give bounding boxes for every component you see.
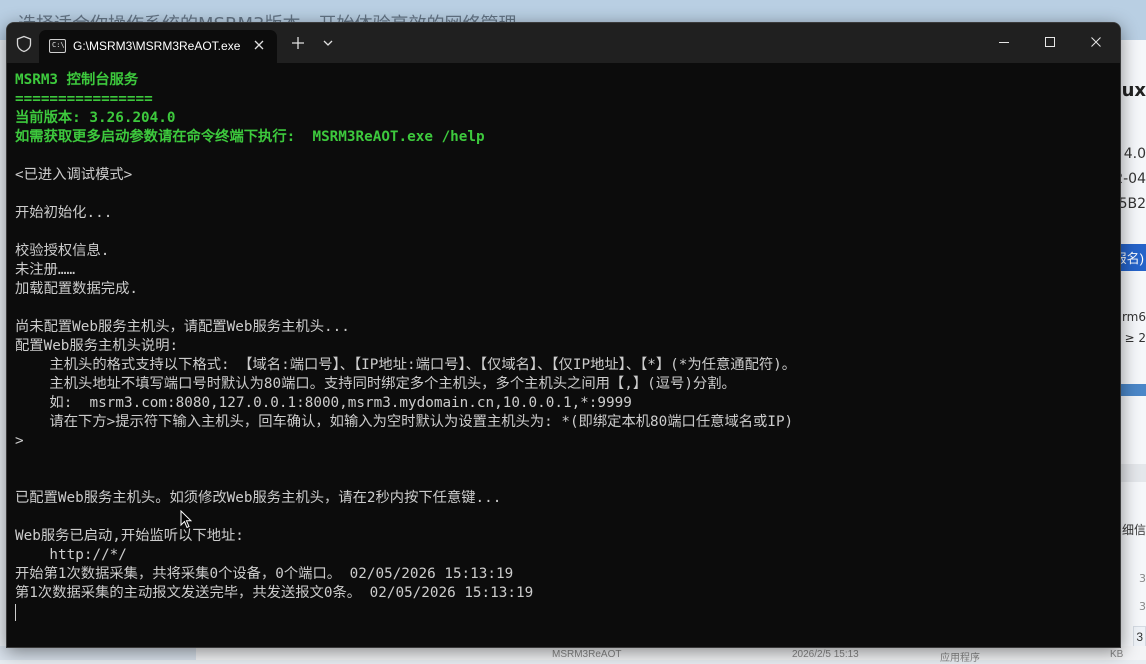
console-line: 请在下方>提示符下输入主机头，回车确认，如输入为空时默认为设置主机头为: *(即… xyxy=(15,414,794,430)
console-line: 如需获取更多启动参数请在命令终端下执行: MSRM3ReAOT.exe /hel… xyxy=(15,129,485,145)
bg-file-size: KB xyxy=(1110,649,1124,660)
bg-file-name[interactable]: MSRM3ReAOT xyxy=(552,649,621,660)
background-file-list: MSRM3ReAOT 2026/2/5 15:13 应用程序 KB xyxy=(0,646,1146,664)
text-cursor xyxy=(15,603,16,621)
console-line: 当前版本: 3.26.204.0 xyxy=(15,110,176,126)
close-icon xyxy=(1091,37,1101,47)
console-line: 配置Web服务主机头说明: xyxy=(15,338,179,354)
maximize-button[interactable] xyxy=(1027,23,1073,61)
bg-detail: 细信 xyxy=(1121,523,1146,537)
console-line: 尚未配置Web服务主机头，请配置Web服务主机头... xyxy=(15,319,350,335)
bg-divider xyxy=(1118,384,1146,396)
maximize-icon xyxy=(1045,37,1055,47)
background-right-panel: ux 4.0 2-04 65B2 服名) arm6 ≥ 2 细信 3 3 3 xyxy=(1110,40,1146,660)
bg-version: 4.0 xyxy=(1123,146,1146,162)
console-line: http://*/ xyxy=(15,547,127,563)
shield-icon[interactable] xyxy=(15,35,33,53)
console-line: 已配置Web服务主机头。如须修改Web服务主机头，请在2秒内按下任意键... xyxy=(15,490,502,506)
close-window-button[interactable] xyxy=(1073,23,1119,61)
bg-num3: 3 xyxy=(1133,626,1146,648)
minimize-button[interactable] xyxy=(981,23,1027,61)
console-line: 主机头地址不填写端口号时默认为80端口。支持同时绑定多个主机头，多个主机头之间用… xyxy=(15,376,736,392)
console-line: 主机头的格式支持以下格式: 【域名:端口号】、【IP地址:端口号】、【仅域名】、… xyxy=(15,357,797,373)
console-line: <已进入调试模式> xyxy=(15,167,133,183)
console-line: 未注册…… xyxy=(15,262,76,278)
bg-num1: 3 xyxy=(1139,572,1146,585)
console-line: 如: msrm3.com:8080,127.0.0.1:8000,msrm3.m… xyxy=(15,395,632,411)
tab-title: G:\MSRM3\MSRM3ReAOT.exe xyxy=(73,39,241,53)
console-line: ================ xyxy=(15,91,153,107)
console-line: > xyxy=(15,433,24,449)
console-prompt-line[interactable] xyxy=(15,603,1115,622)
console-line: 开始第1次数据采集，共将采集0个设备，0个端口。 02/05/2026 15:1… xyxy=(15,566,514,582)
console-line: MSRM3 控制台服务 xyxy=(15,72,139,88)
bg-row xyxy=(1118,464,1146,482)
bg-file-type: 应用程序 xyxy=(940,653,980,664)
close-icon[interactable] xyxy=(249,35,269,55)
mouse-cursor-icon xyxy=(180,509,193,530)
bg-file-date: 2026/2/5 15:13 xyxy=(792,649,859,660)
minimize-icon xyxy=(999,42,1009,43)
bg-num2: 3 xyxy=(1139,600,1146,613)
chevron-down-icon[interactable] xyxy=(318,33,338,53)
console-output[interactable]: MSRM3 控制台服务 ================ 当前版本: 3.26.20… xyxy=(15,71,1115,641)
bg-req: ≥ 2 xyxy=(1124,331,1146,345)
bg-title: ux xyxy=(1121,80,1146,101)
bg-nav-pane xyxy=(0,646,196,660)
console-line: 开始初始化... xyxy=(15,205,113,221)
tab-terminal[interactable]: C:\ G:\MSRM3\MSRM3ReAOT.exe xyxy=(39,30,277,63)
console-line: 校验授权信息. xyxy=(15,243,110,259)
console-icon: C:\ xyxy=(49,39,66,53)
plus-icon[interactable] xyxy=(288,33,308,53)
console-line: 加载配置数据完成. xyxy=(15,281,138,297)
terminal-window: C:\ G:\MSRM3\MSRM3ReAOT.exe MSRM3 控制台服务 =… xyxy=(6,22,1121,648)
console-line: 第1次数据采集的主动报文发送完毕，共发送报文0条。 02/05/2026 15:… xyxy=(15,585,534,601)
title-bar[interactable]: C:\ G:\MSRM3\MSRM3ReAOT.exe xyxy=(7,23,1120,63)
